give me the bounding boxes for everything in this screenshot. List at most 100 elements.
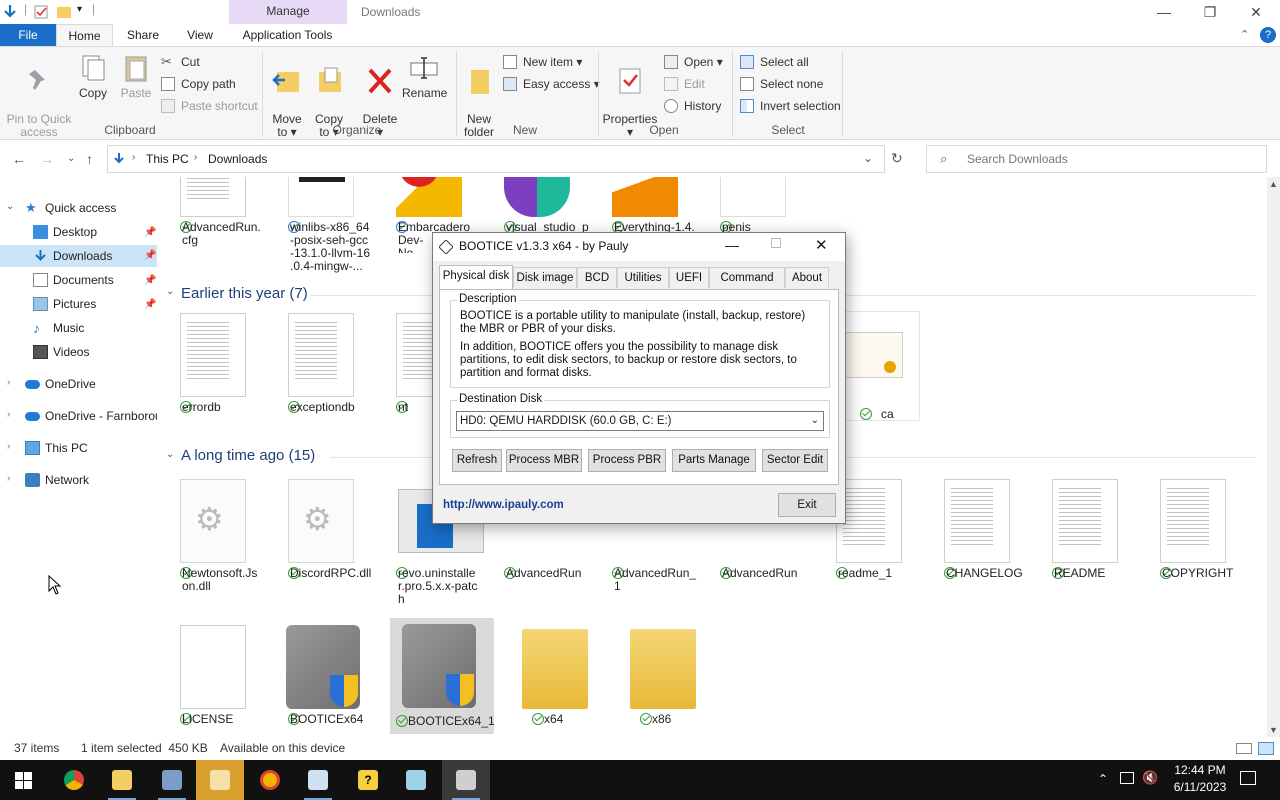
tab-file[interactable]: File <box>0 24 56 46</box>
start-button[interactable] <box>0 760 48 800</box>
taskbar-bootice[interactable] <box>442 760 490 800</box>
invert-selection-button[interactable]: Invert selection <box>740 96 841 116</box>
taskbar-help-app[interactable]: ? <box>344 760 392 800</box>
file-tile[interactable]: errordb <box>160 313 264 423</box>
select-none-button[interactable]: Select none <box>740 74 823 94</box>
file-tile[interactable]: COPYRIGHT <box>1140 479 1244 599</box>
tab-command-line[interactable]: Command line <box>709 267 785 304</box>
breadcrumb-this-pc[interactable]: This PC <box>146 152 189 166</box>
dialog-title-bar[interactable]: BOOTICE v1.3.3 x64 - by Pauly — ✕ <box>433 233 845 261</box>
large-icons-view-icon[interactable] <box>1258 742 1274 755</box>
restore-button[interactable]: ❐ <box>1187 0 1233 24</box>
chevron-right-icon[interactable]: › <box>7 409 10 420</box>
file-tile[interactable]: BOOTICEx64 <box>268 625 372 735</box>
chevron-right-icon[interactable]: › <box>7 441 10 452</box>
search-box[interactable]: ⌕ Search Downloads <box>926 145 1267 173</box>
taskbar-chrome[interactable] <box>50 760 98 800</box>
chevron-down-icon[interactable]: ⌄ <box>166 286 174 297</box>
new-folder-button[interactable]: New folder <box>460 53 498 139</box>
history-button[interactable]: History <box>664 96 721 116</box>
manage-contextual-tab[interactable]: Manage <box>229 0 347 24</box>
dialog-minimize-button[interactable]: — <box>725 237 739 253</box>
file-tile[interactable]: winlibs-x86_64 -posix-seh-gcc -13.1.0-ll… <box>268 177 372 273</box>
breadcrumb-downloads[interactable]: Downloads <box>208 152 267 166</box>
tray-chevron-up-icon[interactable]: ⌃ <box>1098 772 1108 786</box>
group-header-earlier-this-year[interactable]: Earlier this year (7) <box>181 285 308 302</box>
process-pbr-button[interactable]: Process PBR <box>588 449 666 472</box>
tab-about[interactable]: About <box>785 267 829 288</box>
scroll-up-icon[interactable]: ▲ <box>1269 179 1278 189</box>
close-button[interactable]: ✕ <box>1233 0 1279 24</box>
destination-disk-select[interactable]: HD0: QEMU HARDDISK (60.0 GB, C: E:) ⌄ <box>456 411 824 431</box>
vertical-scrollbar[interactable]: ▲ ▼ <box>1267 177 1280 737</box>
paste-button[interactable]: Paste <box>118 53 154 100</box>
recent-locations-chevron-icon[interactable]: ⌄ <box>67 153 75 164</box>
cut-button[interactable]: ✂ Cut <box>161 52 200 72</box>
rename-button[interactable]: Rename <box>402 53 447 100</box>
search-input[interactable]: Search Downloads <box>967 152 1068 166</box>
edit-button[interactable]: Edit <box>664 74 705 94</box>
help-icon[interactable]: ? <box>1260 27 1276 43</box>
tab-view[interactable]: View <box>175 24 225 46</box>
address-bar[interactable]: › This PC › Downloads ⌄ <box>107 145 885 173</box>
tab-bcd[interactable]: BCD <box>577 267 617 288</box>
folder-tile[interactable]: x64 <box>502 625 606 735</box>
taskbar-app-2[interactable] <box>196 760 244 800</box>
clock[interactable]: 12:44 PM 6/11/2023 <box>1160 762 1240 796</box>
easy-access-button[interactable]: Easy access ▾ <box>503 74 600 94</box>
file-tile[interactable]: AdvancedRun. cfg <box>160 177 264 253</box>
file-tile[interactable]: LICENSE <box>160 625 264 735</box>
dialog-close-button[interactable]: ✕ <box>815 236 828 254</box>
nav-downloads[interactable]: Downloads 📌 <box>0 245 157 267</box>
address-dropdown-icon[interactable]: ⌄ <box>863 151 873 165</box>
taskbar-shield-app[interactable] <box>246 760 294 800</box>
properties-quick-icon[interactable] <box>33 4 49 20</box>
tab-application-tools[interactable]: Application Tools <box>230 24 345 46</box>
file-tile[interactable]: ⚙ Newtonsoft.Js on.dll <box>160 479 264 619</box>
file-tile-selected[interactable]: BOOTICEx64_1 <box>390 618 495 734</box>
copy-button[interactable]: Copy <box>76 53 110 100</box>
forward-arrow-icon[interactable]: → <box>40 151 54 167</box>
back-arrow-icon[interactable]: ← <box>12 151 26 167</box>
action-center-icon[interactable] <box>1240 771 1256 785</box>
customize-quick-access-icon[interactable]: ▾ <box>77 4 82 15</box>
file-tile[interactable]: CHANGELOG <box>924 479 1028 599</box>
refresh-button[interactable]: Refresh <box>452 449 502 472</box>
tab-uefi[interactable]: UEFI <box>669 267 709 288</box>
folder-tile[interactable]: x86 <box>610 625 714 735</box>
minimize-button[interactable]: — <box>1141 0 1187 24</box>
tab-share[interactable]: Share <box>118 24 168 46</box>
parts-manage-button[interactable]: Parts Manage <box>672 449 756 472</box>
paste-shortcut-button[interactable]: Paste shortcut <box>161 96 258 116</box>
ipauly-link[interactable]: http://www.ipauly.com <box>443 499 564 511</box>
chevron-right-icon[interactable]: › <box>7 473 10 484</box>
pin-to-quick-access-button[interactable]: Pin to Quick access <box>6 53 72 139</box>
select-all-button[interactable]: Select all <box>740 52 809 72</box>
tab-disk-image[interactable]: Disk image <box>513 267 577 288</box>
chevron-right-icon[interactable]: › <box>7 377 10 388</box>
tab-utilities[interactable]: Utilities <box>617 267 669 288</box>
process-mbr-button[interactable]: Process MBR <box>506 449 582 472</box>
ribbon-collapse-icon[interactable]: ⌃ <box>1240 28 1249 41</box>
sector-edit-button[interactable]: Sector Edit <box>762 449 828 472</box>
taskbar-app-1[interactable] <box>148 760 196 800</box>
open-button[interactable]: Open ▾ <box>664 52 723 72</box>
scroll-down-icon[interactable]: ▼ <box>1269 725 1278 735</box>
details-view-icon[interactable] <box>1236 743 1252 754</box>
up-arrow-icon[interactable]: ↑ <box>86 151 93 167</box>
network-tray-icon[interactable] <box>1120 772 1134 784</box>
refresh-icon[interactable]: ↻ <box>891 150 903 167</box>
chevron-down-icon[interactable]: ⌄ <box>166 449 174 460</box>
taskbar-app-3[interactable] <box>294 760 342 800</box>
taskbar-file-explorer[interactable] <box>98 760 146 800</box>
move-to-button[interactable]: Move to ▾ <box>270 53 304 139</box>
file-tile[interactable]: README <box>1032 479 1136 599</box>
file-tile[interactable]: ⚙ DiscordRPC.dll <box>268 479 372 619</box>
volume-muted-icon[interactable]: 🔇 <box>1142 770 1158 786</box>
exit-button[interactable]: Exit <box>778 493 836 517</box>
new-folder-quick-icon[interactable] <box>56 4 72 20</box>
taskbar-app-4[interactable] <box>392 760 440 800</box>
tab-physical-disk[interactable]: Physical disk <box>439 265 513 289</box>
tab-home[interactable]: Home <box>56 24 113 46</box>
dialog-maximize-button[interactable] <box>771 238 781 248</box>
